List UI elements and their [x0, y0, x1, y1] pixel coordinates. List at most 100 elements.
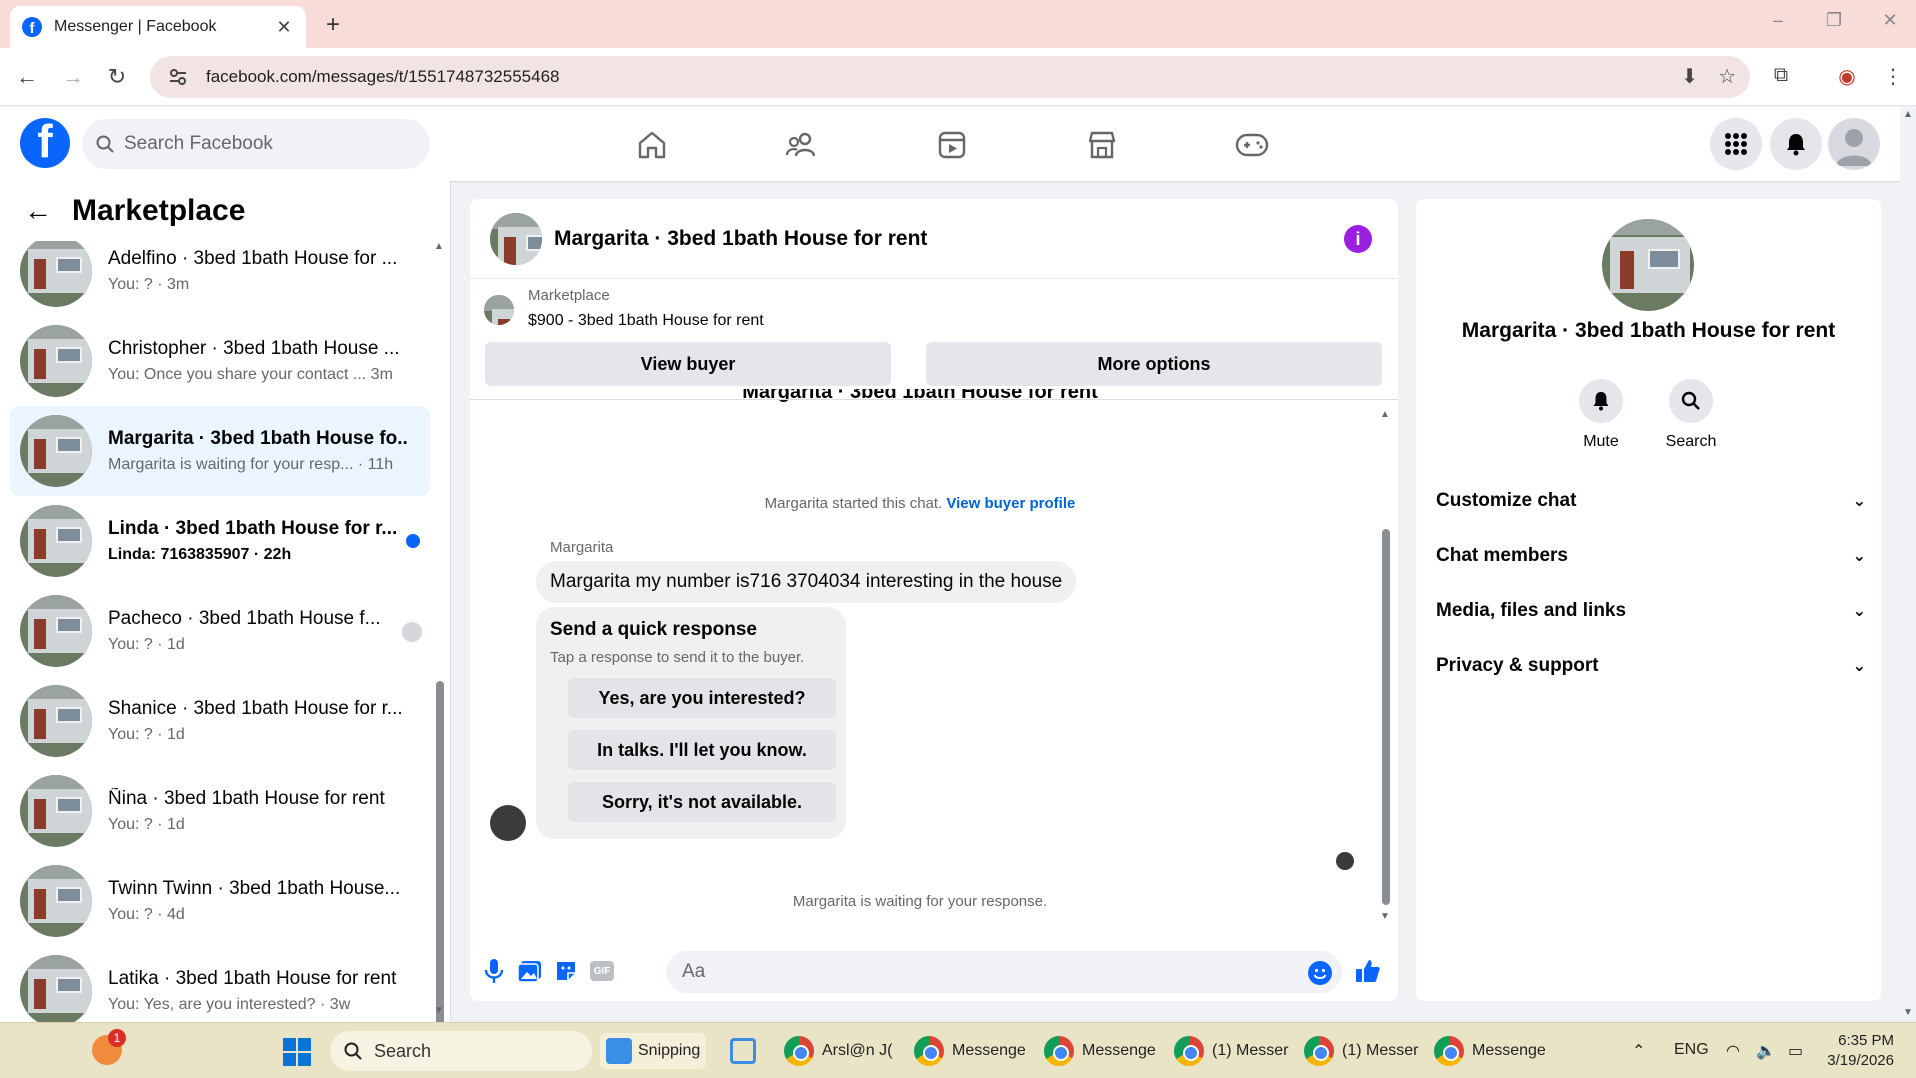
microphone-icon[interactable]	[480, 957, 508, 985]
scroll-up-icon[interactable]: ▲	[1380, 409, 1390, 420]
taskbar-app-snip[interactable]	[730, 1033, 756, 1069]
conversation-item[interactable]: Shanice · 3bed 1bath House for r... You: …	[10, 676, 430, 766]
house-thumbnail	[20, 955, 92, 1022]
battery-icon[interactable]: ▭	[1788, 1041, 1803, 1061]
forward-icon[interactable]: →	[58, 62, 88, 92]
conversation-item[interactable]: Latika · 3bed 1bath House for rent You: Y…	[10, 946, 430, 1022]
home-icon[interactable]	[632, 125, 672, 165]
chat-scrollbar[interactable]: ▲ ▼	[1380, 409, 1392, 925]
restore-icon[interactable]: ❐	[1814, 10, 1854, 31]
account-avatar[interactable]	[1828, 118, 1880, 170]
profile-avatar[interactable]	[1602, 219, 1694, 311]
bookmark-star-icon[interactable]: ☆	[1718, 64, 1736, 89]
thumbs-up-icon[interactable]	[1354, 957, 1382, 985]
gaming-icon[interactable]	[1232, 125, 1272, 165]
volume-icon[interactable]: 🔈	[1756, 1041, 1776, 1061]
quick-response-in-talks-button[interactable]: In talks. I'll let you know.	[568, 730, 836, 770]
conversation-item-active[interactable]: Margarita · 3bed 1bath House fo... Margar…	[10, 406, 430, 496]
site-settings-icon[interactable]	[168, 67, 188, 87]
conversation-scrollbar[interactable]: ▲ ▼	[434, 241, 446, 1022]
chat-avatar[interactable]	[490, 212, 542, 265]
privacy-support-row[interactable]: Privacy & support ⌄	[1436, 646, 1866, 686]
back-arrow-icon[interactable]: ←	[24, 195, 52, 227]
cast-icon[interactable]: ⧉	[1768, 64, 1794, 87]
bell-icon[interactable]	[1579, 379, 1623, 423]
taskbar-app-chrome[interactable]: Messenge	[1044, 1033, 1156, 1069]
view-buyer-button[interactable]: View buyer	[485, 342, 891, 386]
video-icon[interactable]	[932, 125, 972, 165]
scroll-down-icon[interactable]: ▼	[1380, 911, 1390, 922]
message-composer: GIF Aa	[470, 937, 1398, 1001]
facebook-search-input[interactable]: Search Facebook	[82, 119, 430, 169]
marketplace-icon[interactable]	[1082, 125, 1122, 165]
quick-response-not-available-button[interactable]: Sorry, it's not available.	[568, 782, 836, 822]
scroll-down-icon[interactable]: ▼	[1903, 1007, 1913, 1018]
photo-icon[interactable]	[516, 957, 544, 985]
profile-icon[interactable]: ◉	[1834, 64, 1860, 89]
search-icon[interactable]	[1669, 379, 1713, 423]
scroll-up-icon[interactable]: ▲	[434, 241, 444, 252]
taskbar-app-chrome[interactable]: Messenge	[1434, 1033, 1546, 1069]
gif-icon[interactable]: GIF	[588, 957, 616, 985]
new-tab-button[interactable]: +	[318, 10, 348, 40]
windows-start-icon[interactable]	[282, 1037, 312, 1067]
chevron-down-icon: ⌄	[1852, 548, 1866, 565]
weather-widget-icon[interactable]: 1	[92, 1029, 126, 1065]
chrome-icon	[914, 1036, 944, 1066]
conversation-preview: Linda: 7163835907 · 22h	[108, 546, 292, 563]
chat-members-row[interactable]: Chat members ⌄	[1436, 536, 1866, 576]
chat-title[interactable]: Margarita · 3bed 1bath House for rent	[554, 227, 927, 251]
minimize-icon[interactable]: –	[1758, 10, 1798, 31]
taskbar-app-snipping[interactable]: Snipping	[600, 1033, 707, 1069]
info-icon[interactable]: i	[1344, 225, 1372, 253]
facebook-logo[interactable]: f	[20, 118, 70, 168]
conversation-item[interactable]: Twinn Twinn · 3bed 1bath House... You: ? …	[10, 856, 430, 946]
quick-response-yes-button[interactable]: Yes, are you interested?	[568, 678, 836, 718]
browser-tab[interactable]: f Messenger | Facebook ✕	[10, 6, 306, 48]
message-input[interactable]: Aa	[666, 951, 1342, 993]
search-label: Search	[1665, 433, 1717, 450]
emoji-icon[interactable]	[1308, 961, 1332, 985]
language-indicator[interactable]: ENG	[1674, 1041, 1709, 1059]
customize-chat-row[interactable]: Customize chat ⌄	[1436, 481, 1866, 521]
media-files-links-row[interactable]: Media, files and links ⌄	[1436, 591, 1866, 631]
conversation-item[interactable]: Pacheco · 3bed 1bath House f... You: ? · …	[10, 586, 430, 676]
install-app-icon[interactable]: ⬇	[1681, 64, 1698, 89]
chrome-icon	[784, 1036, 814, 1066]
menu-grid-icon[interactable]	[1710, 118, 1762, 170]
profile-name: Margarita · 3bed 1bath House for rent	[1461, 319, 1836, 342]
more-options-button[interactable]: More options	[926, 342, 1382, 386]
taskbar-app-chrome[interactable]: (1) Messer	[1304, 1033, 1418, 1069]
wifi-icon[interactable]: ◠	[1726, 1041, 1740, 1061]
notifications-bell-icon[interactable]	[1770, 118, 1822, 170]
taskbar-app-chrome[interactable]: (1) Messer	[1174, 1033, 1288, 1069]
sticker-icon[interactable]	[552, 957, 580, 985]
conversation-preview: You: ? · 3m	[108, 276, 190, 293]
scroll-up-icon[interactable]: ▲	[1903, 109, 1913, 120]
menu-kebab-icon[interactable]: ⋮	[1880, 64, 1906, 89]
sender-avatar[interactable]	[490, 805, 526, 841]
conversation-item[interactable]: Ñina · 3bed 1bath House for rent You: ? ·…	[10, 766, 430, 856]
tray-chevron-up-icon[interactable]: ⌃	[1632, 1041, 1645, 1061]
taskbar-search[interactable]: Search	[330, 1031, 592, 1071]
scrollbar-thumb[interactable]	[436, 681, 444, 1022]
app-label: (1) Messer	[1342, 1042, 1419, 1059]
conversation-item-unread[interactable]: Linda · 3bed 1bath House for r... Linda: …	[10, 496, 430, 586]
search-action[interactable]: Search	[1656, 379, 1726, 451]
page-scrollbar[interactable]: ▲ ▼	[1900, 107, 1916, 1022]
reload-icon[interactable]: ↻	[102, 62, 132, 92]
friends-icon[interactable]	[782, 125, 822, 165]
section-label: Chat members	[1436, 545, 1568, 566]
mute-action[interactable]: Mute	[1566, 379, 1636, 451]
conversation-item[interactable]: Christopher · 3bed 1bath House ... You: O…	[10, 316, 430, 406]
back-icon[interactable]: ←	[12, 62, 42, 92]
taskbar-app-chrome[interactable]: Arsl@n J(	[784, 1033, 892, 1069]
system-clock[interactable]: 6:35 PM 3/19/2026	[1827, 1031, 1894, 1071]
close-window-icon[interactable]: ✕	[1870, 10, 1910, 31]
address-bar[interactable]: facebook.com/messages/t/1551748732555468…	[150, 56, 1750, 98]
scroll-down-icon[interactable]: ▼	[434, 1005, 444, 1016]
view-buyer-profile-link[interactable]: View buyer profile	[946, 495, 1075, 512]
taskbar-app-chrome[interactable]: Messenge	[914, 1033, 1026, 1069]
tab-close-icon[interactable]: ✕	[274, 17, 294, 38]
scrollbar-thumb[interactable]	[1382, 529, 1390, 905]
